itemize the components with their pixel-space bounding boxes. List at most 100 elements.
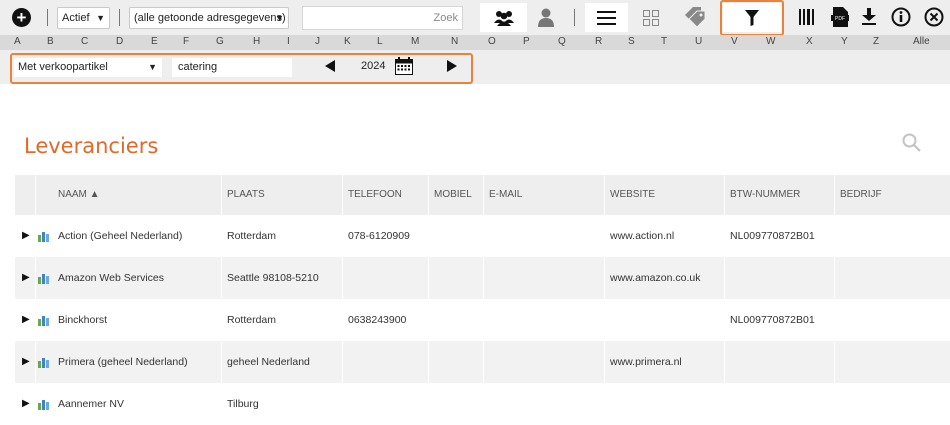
- filter-highlight: [720, 0, 784, 36]
- column-divider: [428, 175, 429, 425]
- letter-w[interactable]: W: [766, 36, 775, 47]
- grid-view-icon[interactable]: [643, 10, 659, 26]
- letter-all[interactable]: Alle: [913, 36, 930, 47]
- letter-d[interactable]: D: [116, 36, 123, 47]
- cell-website: www.primera.nl: [610, 356, 682, 368]
- pdf-icon[interactable]: PDF: [831, 7, 849, 27]
- info-icon[interactable]: [891, 7, 911, 27]
- header-telefoon[interactable]: TELEFOON: [348, 175, 402, 215]
- expand-icon[interactable]: ▶: [22, 341, 30, 383]
- filter-bar-highlight: [10, 53, 473, 84]
- cell-plaats: Rotterdam: [227, 230, 277, 242]
- letter-l[interactable]: L: [377, 36, 383, 47]
- supplier-type-icon: [38, 274, 49, 284]
- expand-icon[interactable]: ▶: [22, 383, 30, 425]
- cell-naam: Amazon Web Services: [58, 272, 165, 284]
- letter-i[interactable]: I: [287, 36, 290, 47]
- list-view-button[interactable]: [585, 3, 628, 32]
- toolbar: + Actief ▼ (alle getoonde adresgegevens)…: [0, 0, 950, 36]
- header-plaats[interactable]: PLAATS: [227, 175, 265, 215]
- cell-btw: NL009770872B01: [730, 314, 815, 326]
- supplier-type-icon: [38, 232, 49, 242]
- supplier-type-icon: [38, 358, 49, 368]
- letter-k[interactable]: K: [344, 36, 351, 47]
- cell-btw: NL009770872B01: [730, 230, 815, 242]
- close-icon[interactable]: [924, 7, 944, 27]
- header-bedrijf[interactable]: BEDRIJF: [840, 175, 882, 215]
- letter-x[interactable]: X: [806, 36, 813, 47]
- page-title: Leveranciers: [24, 134, 159, 158]
- tag-icon[interactable]: [683, 7, 707, 27]
- plus-icon: +: [16, 8, 27, 27]
- letter-v[interactable]: V: [731, 36, 738, 47]
- column-divider: [483, 175, 484, 425]
- toolbar-divider: [47, 9, 48, 26]
- letter-t[interactable]: T: [661, 36, 667, 47]
- letter-s[interactable]: S: [628, 36, 635, 47]
- letter-z[interactable]: Z: [873, 36, 879, 47]
- cell-plaats: Seattle 98108-5210: [227, 272, 319, 284]
- cell-naam: Action (Geheel Nederland): [58, 230, 183, 242]
- search-button[interactable]: Zoek: [434, 12, 458, 24]
- header-email[interactable]: E-MAIL: [489, 175, 522, 215]
- add-button[interactable]: +: [12, 8, 31, 27]
- letter-m[interactable]: M: [411, 36, 419, 47]
- supplier-type-icon: [38, 400, 49, 410]
- letter-y[interactable]: Y: [841, 36, 848, 47]
- group-button[interactable]: [480, 3, 527, 32]
- status-select[interactable]: Actief ▼: [57, 7, 110, 29]
- cell-telefoon: 078-6120909: [348, 230, 410, 242]
- magnifier-icon[interactable]: [902, 133, 921, 152]
- column-divider: [342, 175, 343, 425]
- toolbar-divider: [574, 9, 575, 26]
- address-select[interactable]: (alle getoonde adresgegevens) ▼: [129, 7, 289, 29]
- cell-plaats: Rotterdam: [227, 314, 277, 326]
- cell-telefoon: 0638243900: [348, 314, 407, 326]
- expand-icon[interactable]: ▶: [22, 257, 30, 299]
- download-icon[interactable]: [862, 8, 876, 25]
- letter-g[interactable]: G: [216, 36, 224, 47]
- toolbar-divider: [119, 9, 120, 26]
- cell-naam: Aannemer NV: [58, 398, 124, 410]
- cell-website: www.amazon.co.uk: [610, 272, 701, 284]
- letter-r[interactable]: R: [595, 36, 602, 47]
- letter-index: A B C D E F G H I J K L M N O P Q R S T …: [0, 35, 950, 50]
- column-divider: [604, 175, 605, 425]
- letter-u[interactable]: U: [695, 36, 702, 47]
- group-icon: [494, 11, 514, 26]
- address-select-value: (alle getoonde adresgegevens): [134, 12, 286, 24]
- letter-h[interactable]: H: [253, 36, 260, 47]
- chevron-down-icon: ▼: [96, 13, 105, 23]
- chevron-down-icon: ▼: [275, 13, 284, 23]
- letter-n[interactable]: N: [451, 36, 458, 47]
- search-input[interactable]: Zoek: [302, 6, 463, 30]
- letter-q[interactable]: Q: [558, 36, 566, 47]
- person-icon[interactable]: [538, 8, 554, 27]
- letter-j[interactable]: J: [315, 36, 320, 47]
- header-naam[interactable]: NAAM ▲: [58, 175, 100, 215]
- header-mobiel[interactable]: MOBIEL: [434, 175, 472, 215]
- column-divider: [35, 175, 36, 425]
- letter-c[interactable]: C: [81, 36, 88, 47]
- cell-naam: Primera (geheel Nederland): [58, 356, 188, 368]
- letter-f[interactable]: F: [183, 36, 189, 47]
- barcode-icon[interactable]: [799, 9, 815, 25]
- letter-o[interactable]: O: [488, 36, 496, 47]
- column-divider: [221, 175, 222, 425]
- svg-text:PDF: PDF: [835, 16, 845, 22]
- letter-p[interactable]: P: [523, 36, 530, 47]
- supplier-type-icon: [38, 316, 49, 326]
- status-select-value: Actief: [62, 12, 90, 24]
- column-divider: [724, 175, 725, 425]
- cell-website: www.action.nl: [610, 230, 675, 242]
- column-divider: [834, 175, 835, 425]
- expand-icon[interactable]: ▶: [22, 299, 30, 341]
- header-btw[interactable]: BTW-NUMMER: [730, 175, 800, 215]
- list-view-icon: [597, 11, 616, 25]
- letter-b[interactable]: B: [47, 36, 54, 47]
- letter-e[interactable]: E: [151, 36, 158, 47]
- cell-naam: Binckhorst: [58, 314, 108, 326]
- expand-icon[interactable]: ▶: [22, 215, 30, 257]
- letter-a[interactable]: A: [14, 36, 21, 47]
- header-website[interactable]: WEBSITE: [610, 175, 655, 215]
